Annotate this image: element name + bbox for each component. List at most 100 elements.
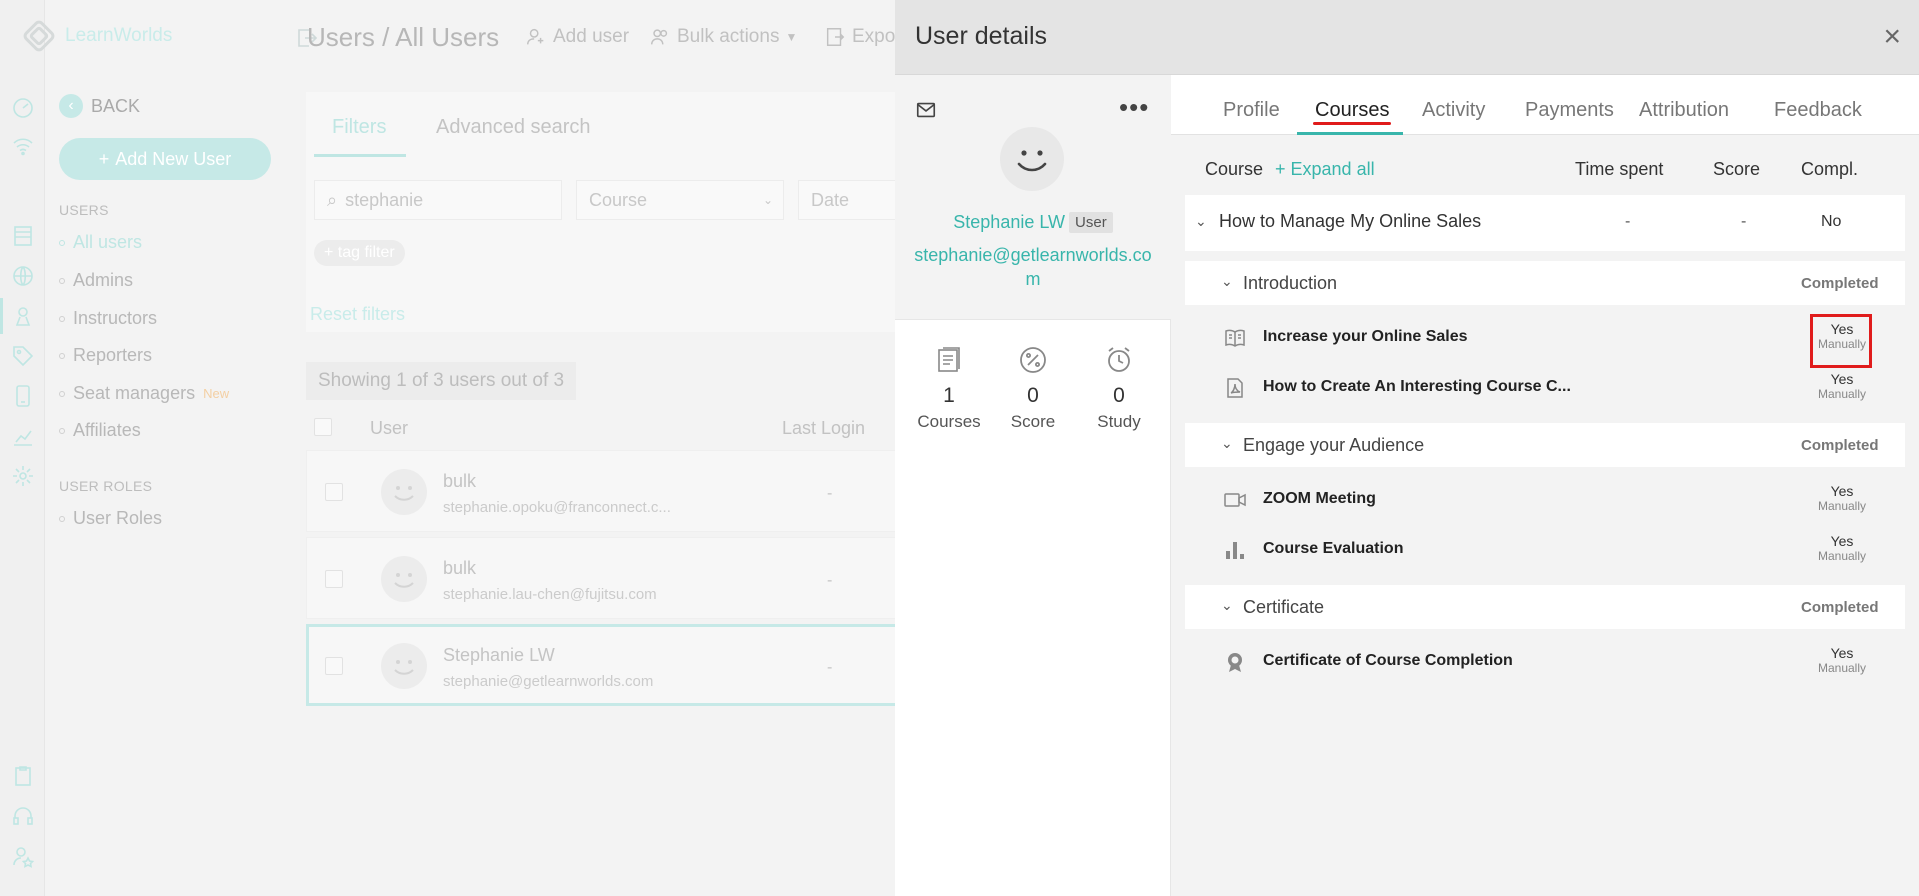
stat-label: Score xyxy=(1010,412,1056,431)
section-row[interactable]: ⌄ Engage your Audience Completed xyxy=(1185,423,1905,467)
sidebar-item-instructors[interactable]: Instructors xyxy=(59,308,157,329)
back-button[interactable]: ‹ BACK xyxy=(59,94,140,118)
lesson-row[interactable]: How to Create An Interesting Course C...… xyxy=(1185,363,1905,413)
row-checkbox[interactable] xyxy=(325,570,343,588)
course-select[interactable]: Course ⌄ xyxy=(576,180,784,220)
table-row-selected[interactable]: Stephanie LW stephanie@getlearnworlds.co… xyxy=(306,624,906,706)
tab-payments[interactable]: Payments xyxy=(1525,99,1614,122)
video-call-icon xyxy=(1223,488,1247,512)
user-name: Stephanie LW xyxy=(953,212,1066,232)
search-input[interactable]: ⌕ stephanie xyxy=(314,180,562,220)
chevron-down-icon[interactable]: ⌄ xyxy=(1221,597,1233,614)
wifi-icon[interactable] xyxy=(11,134,35,158)
sidebar-item-label: Seat managers xyxy=(73,383,196,403)
section-status: Completed xyxy=(1801,437,1879,454)
new-badge: New xyxy=(203,386,230,401)
search-value: stephanie xyxy=(345,189,424,210)
select-all-checkbox[interactable] xyxy=(314,418,332,436)
row-user-email: stephanie@getlearnworlds.com xyxy=(443,673,654,690)
headset-icon[interactable] xyxy=(11,804,35,828)
logo-text: LearnWorlds xyxy=(65,25,173,46)
lesson-completion: Yes Manually xyxy=(1815,533,1869,563)
reset-filters-link[interactable]: Reset filters xyxy=(310,304,405,325)
chevron-down-icon[interactable]: ⌄ xyxy=(1221,273,1233,290)
chevron-left-icon: ‹ xyxy=(59,94,83,118)
stat-label: Study xyxy=(1097,412,1141,431)
tab-feedback[interactable]: Feedback xyxy=(1774,99,1862,122)
stat-value: 0 xyxy=(1113,384,1125,407)
percent-icon xyxy=(1020,347,1046,373)
lesson-row[interactable]: Course Evaluation Yes Manually xyxy=(1185,525,1905,575)
lesson-completion: Yes Manually xyxy=(1815,645,1869,675)
export-button[interactable]: Expor xyxy=(824,26,902,48)
user-avatar xyxy=(1000,127,1064,191)
add-user-label: Add user xyxy=(553,26,630,47)
dashboard-icon[interactable] xyxy=(11,96,35,120)
table-row[interactable]: bulk stephanie.opoku@franconnect.c... - xyxy=(306,450,906,532)
tag-icon[interactable] xyxy=(11,344,35,368)
users-section-title: USERS xyxy=(59,202,109,218)
logo[interactable]: LearnWorlds xyxy=(21,18,172,54)
panel-tabs: Profile Courses Activity Payments Attrib… xyxy=(1171,75,1919,135)
tag-filter-button[interactable]: + tag filter xyxy=(314,240,405,266)
breadcrumb: Users / All Users xyxy=(307,22,500,52)
sidebar-item-affiliates[interactable]: Affiliates xyxy=(59,420,141,441)
filters-card: Filters Advanced search ⌕ stephanie Cour… xyxy=(306,92,906,332)
user-email[interactable]: stephanie@getlearnworlds.com xyxy=(913,243,1153,291)
user-star-icon[interactable] xyxy=(11,844,35,868)
section-row[interactable]: ⌄ Introduction Completed xyxy=(1185,261,1905,305)
lesson-row[interactable]: ZOOM Meeting Yes Manually xyxy=(1185,475,1905,525)
sidebar-item-user-roles[interactable]: User Roles xyxy=(59,508,162,529)
more-options-icon[interactable]: ••• xyxy=(1119,94,1149,120)
chevron-down-icon[interactable]: ⌄ xyxy=(1221,435,1233,452)
column-time-spent: Time spent xyxy=(1575,159,1664,179)
tab-filters[interactable]: Filters xyxy=(332,116,386,139)
row-checkbox[interactable] xyxy=(325,483,343,501)
lesson-row[interactable]: Certificate of Course Completion Yes Man… xyxy=(1185,637,1905,687)
add-new-user-button[interactable]: + Add New User xyxy=(59,138,271,180)
row-checkbox[interactable] xyxy=(325,657,343,675)
avatar xyxy=(381,469,427,515)
clipboard-icon[interactable] xyxy=(11,764,35,788)
sidebar-item-seat-managers[interactable]: Seat managers New xyxy=(59,383,229,404)
bulk-actions-button[interactable]: Bulk actions ▼ xyxy=(649,26,797,48)
mail-icon[interactable] xyxy=(915,99,937,121)
mobile-icon[interactable] xyxy=(11,384,35,408)
course-time-spent: - xyxy=(1625,213,1631,230)
sidebar-item-reporters[interactable]: Reporters xyxy=(59,345,152,366)
completion-method: Manually xyxy=(1817,661,1867,675)
lesson-title: Course Evaluation xyxy=(1263,540,1404,557)
active-tab-indicator xyxy=(1297,132,1403,135)
settings-gear-icon[interactable] xyxy=(11,464,35,488)
row-user-name: Stephanie LW xyxy=(443,645,555,665)
globe-icon[interactable] xyxy=(11,264,35,288)
icon-rail xyxy=(0,0,45,896)
date-select[interactable]: Date xyxy=(798,180,906,220)
tab-attribution[interactable]: Attribution xyxy=(1639,99,1729,122)
tab-courses[interactable]: Courses xyxy=(1315,99,1389,122)
tab-profile[interactable]: Profile xyxy=(1223,99,1280,122)
analytics-icon[interactable] xyxy=(11,424,35,448)
chevron-down-icon[interactable]: ⌄ xyxy=(1195,213,1207,230)
tab-activity[interactable]: Activity xyxy=(1422,99,1485,122)
lesson-row[interactable]: Increase your Online Sales Yes Manually xyxy=(1185,313,1905,363)
courses-column: Profile Courses Activity Payments Attrib… xyxy=(1171,75,1919,896)
close-icon[interactable]: × xyxy=(1883,22,1901,52)
users-icon[interactable] xyxy=(11,304,35,328)
expand-all-link[interactable]: + Expand all xyxy=(1275,159,1375,180)
back-label: BACK xyxy=(91,95,141,116)
bullet-icon xyxy=(59,390,65,397)
logo-icon xyxy=(23,20,55,52)
tab-advanced-search[interactable]: Advanced search xyxy=(436,116,591,139)
sidebar-item-admins[interactable]: Admins xyxy=(59,270,133,291)
lesson-completion: Yes Manually xyxy=(1815,483,1869,513)
users-table-header: User Last Login xyxy=(306,412,906,442)
sidebar-item-label: Instructors xyxy=(73,308,158,328)
add-user-button[interactable]: Add user xyxy=(525,26,629,48)
pages-icon[interactable] xyxy=(11,224,35,248)
table-row[interactable]: bulk stephanie.lau-chen@fujitsu.com - xyxy=(306,537,906,619)
section-row[interactable]: ⌄ Certificate Completed xyxy=(1185,585,1905,629)
lesson-title: Certificate of Course Completion xyxy=(1263,652,1513,669)
sidebar-item-all-users[interactable]: All users xyxy=(59,232,142,253)
course-row[interactable]: ⌄ How to Manage My Online Sales - - No xyxy=(1185,195,1905,251)
